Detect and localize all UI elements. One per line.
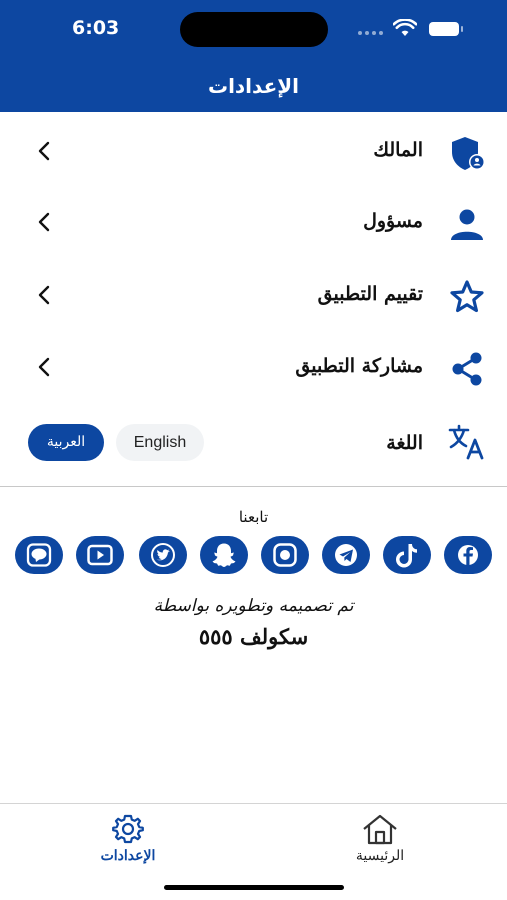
youtube-icon[interactable] bbox=[76, 536, 124, 574]
follow-us-title: تابعنا bbox=[238, 508, 269, 526]
tab-home[interactable]: الرئيسية bbox=[300, 804, 460, 884]
chevron-left-icon bbox=[38, 212, 50, 232]
language-label: اللغة bbox=[386, 432, 423, 454]
shield-user-icon bbox=[452, 137, 485, 170]
telegram-icon[interactable] bbox=[322, 536, 370, 574]
home-indicator bbox=[164, 885, 344, 890]
chevron-left-icon bbox=[38, 285, 50, 305]
settings-item-admin[interactable]: مسؤول bbox=[0, 192, 507, 252]
twitter-icon[interactable] bbox=[139, 536, 187, 574]
credits-developer-name: سكولف ٥٥٥ bbox=[198, 624, 309, 649]
snapchat-icon[interactable] bbox=[200, 536, 248, 574]
messenger-icon[interactable] bbox=[261, 536, 309, 574]
language-option-english[interactable]: English bbox=[116, 424, 204, 461]
dynamic-island bbox=[180, 12, 328, 47]
person-icon bbox=[451, 209, 483, 240]
chevron-left-icon bbox=[38, 141, 50, 161]
tiktok-icon[interactable] bbox=[383, 536, 431, 574]
tab-settings-label: الإعدادات bbox=[100, 848, 156, 864]
app-header: 6:03 الإعدادات bbox=[0, 0, 507, 112]
settings-item-rate-app[interactable]: تقييم التطبيق bbox=[0, 265, 507, 325]
settings-item-label: مشاركة التطبيق bbox=[295, 355, 423, 377]
settings-item-owner[interactable]: المالك bbox=[0, 121, 507, 181]
wifi-icon bbox=[393, 19, 417, 36]
status-time: 6:03 bbox=[72, 17, 120, 39]
credits-text: تم تصميمه وتطويره بواسطة bbox=[153, 596, 354, 616]
settings-item-label: المالك bbox=[373, 139, 423, 161]
line-icon[interactable] bbox=[15, 536, 63, 574]
battery-icon bbox=[429, 22, 463, 36]
settings-item-label: مسؤول bbox=[363, 210, 423, 232]
gear-icon bbox=[112, 814, 144, 844]
home-icon bbox=[363, 814, 397, 845]
language-option-arabic[interactable]: العربية bbox=[28, 424, 104, 461]
page-title: الإعدادات bbox=[207, 74, 300, 98]
settings-item-share-app[interactable]: مشاركة التطبيق bbox=[0, 337, 507, 397]
chevron-left-icon bbox=[38, 357, 50, 377]
signal-icon bbox=[358, 31, 386, 37]
star-icon bbox=[450, 280, 484, 313]
settings-item-label: تقييم التطبيق bbox=[317, 283, 423, 305]
status-bar: 6:03 bbox=[0, 0, 507, 60]
tab-home-label: الرئيسية bbox=[355, 848, 405, 864]
share-icon bbox=[452, 352, 482, 386]
tab-settings[interactable]: الإعدادات bbox=[48, 804, 208, 884]
facebook-icon[interactable] bbox=[444, 536, 492, 574]
section-divider bbox=[0, 486, 507, 487]
translate-icon bbox=[448, 424, 484, 460]
